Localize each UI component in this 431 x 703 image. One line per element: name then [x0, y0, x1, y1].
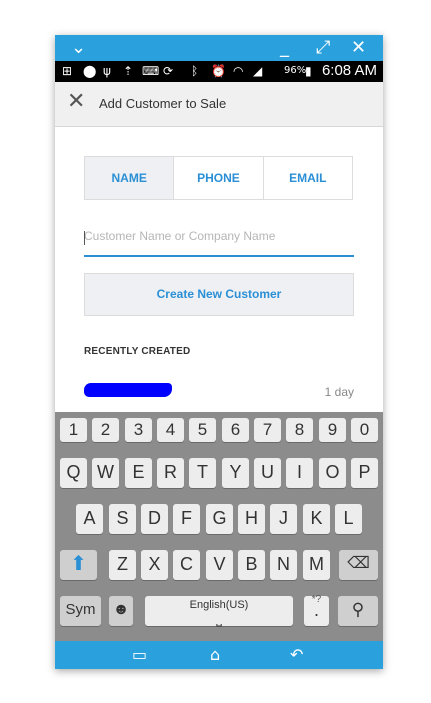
android-nav-bar: ▭ ⌂ ↶	[55, 641, 383, 669]
battery-icon: ▮	[305, 64, 312, 78]
tab-name[interactable]: NAME	[85, 157, 175, 199]
search-type-tabs: NAME PHONE EMAIL	[84, 156, 353, 200]
phone-screen: ⌄ _ ⤢ ✕ ⊞ ⬤ ψ ⇡ ⌨ ⟳ ᛒ ⏰ ◠ ◢ 96% ▮ 6:08 A…	[55, 35, 383, 669]
bluetooth-icon: ᛒ	[191, 64, 199, 78]
key-f[interactable]: F	[173, 504, 200, 534]
key-z[interactable]: Z	[109, 550, 136, 580]
period-key-alt: *?	[311, 594, 322, 605]
key-n[interactable]: N	[270, 550, 297, 580]
status-bar: ⊞ ⬤ ψ ⇡ ⌨ ⟳ ᛒ ⏰ ◠ ◢ 96% ▮ 6:08 AM	[55, 61, 383, 82]
key-5[interactable]: 5	[189, 418, 216, 442]
key-3[interactable]: 3	[125, 418, 152, 442]
key-o[interactable]: O	[319, 458, 346, 488]
key-a[interactable]: A	[76, 504, 103, 534]
key-7[interactable]: 7	[254, 418, 281, 442]
key-q[interactable]: Q	[60, 458, 87, 488]
recent-apps-icon[interactable]: ▭	[132, 645, 147, 665]
search-icon[interactable]: ⚲	[338, 596, 378, 626]
signal-icon: ◢	[253, 64, 263, 78]
clock: 6:08 AM	[321, 62, 377, 79]
key-g[interactable]: G	[206, 504, 233, 534]
key-0[interactable]: 0	[351, 418, 378, 442]
space-key-label: English(US)	[189, 599, 249, 611]
close-icon[interactable]: ✕	[351, 37, 366, 59]
key-t[interactable]: T	[189, 458, 216, 488]
battery-percent: 96%	[284, 65, 307, 76]
key-p[interactable]: P	[351, 458, 378, 488]
chevron-down-icon[interactable]: ⌄	[71, 37, 86, 59]
shift-key-icon[interactable]: ⬆	[60, 550, 97, 580]
emoji-key-icon[interactable]: ☻	[109, 596, 133, 626]
key-b[interactable]: B	[238, 550, 265, 580]
close-x-icon[interactable]: ✕	[67, 91, 89, 113]
text-cursor	[84, 231, 85, 245]
notification-plus-icon: ⊞	[62, 64, 73, 78]
key-c[interactable]: C	[173, 550, 200, 580]
key-9[interactable]: 9	[319, 418, 346, 442]
created-age: 1 day	[324, 385, 354, 399]
upload-icon: ⇡	[123, 64, 134, 78]
key-e[interactable]: E	[125, 458, 152, 488]
key-y[interactable]: Y	[222, 458, 249, 488]
tab-phone[interactable]: PHONE	[174, 157, 264, 199]
key-6[interactable]: 6	[222, 418, 249, 442]
key-l[interactable]: L	[335, 504, 362, 534]
keyboard-icon: ⌨	[142, 64, 160, 78]
key-v[interactable]: V	[206, 550, 233, 580]
key-x[interactable]: X	[141, 550, 168, 580]
key-1[interactable]: 1	[60, 418, 87, 442]
alarm-icon: ⏰	[211, 64, 226, 78]
key-i[interactable]: I	[286, 458, 313, 488]
customer-search-field	[84, 223, 354, 257]
list-item[interactable]: 1 day	[84, 380, 354, 404]
wifi-icon: ◠	[233, 64, 244, 78]
page-title: Add Customer to Sale	[99, 96, 227, 111]
key-m[interactable]: M	[303, 550, 330, 580]
location-icon: ⬤	[83, 64, 97, 78]
key-r[interactable]: R	[157, 458, 184, 488]
sync-icon: ⟳	[163, 64, 174, 78]
space-key[interactable]: English(US) ⎵	[145, 596, 293, 626]
minimize-icon[interactable]: _	[280, 37, 289, 59]
period-key[interactable]: *? .	[304, 594, 329, 626]
sym-key[interactable]: Sym	[60, 596, 101, 626]
key-2[interactable]: 2	[92, 418, 119, 442]
onscreen-keyboard: 1 2 3 4 5 6 7 8 9 0 Q W E R T Y U I O P …	[55, 412, 383, 641]
redacted-customer-name	[84, 383, 172, 397]
customer-search-input[interactable]	[84, 223, 354, 243]
key-u[interactable]: U	[254, 458, 281, 488]
key-d[interactable]: D	[141, 504, 168, 534]
home-icon[interactable]: ⌂	[210, 645, 220, 665]
tab-email[interactable]: EMAIL	[263, 157, 352, 199]
window-title-bar: ⌄ _ ⤢ ✕	[55, 35, 383, 61]
app-header: ✕ Add Customer to Sale	[55, 82, 383, 127]
key-k[interactable]: K	[303, 504, 330, 534]
back-icon[interactable]: ↶	[290, 645, 303, 665]
usb-icon: ψ	[103, 64, 111, 78]
space-bar-icon: ⎵	[216, 610, 222, 626]
key-8[interactable]: 8	[286, 418, 313, 442]
key-h[interactable]: H	[238, 504, 265, 534]
maximize-icon[interactable]: ⤢	[316, 37, 330, 59]
create-new-customer-button[interactable]: Create New Customer	[84, 273, 354, 316]
recently-created-heading: RECENTLY CREATED	[84, 346, 191, 357]
backspace-key-icon[interactable]: ⌫	[339, 550, 378, 580]
key-4[interactable]: 4	[157, 418, 184, 442]
key-w[interactable]: W	[92, 458, 119, 488]
key-s[interactable]: S	[109, 504, 136, 534]
key-j[interactable]: J	[270, 504, 297, 534]
